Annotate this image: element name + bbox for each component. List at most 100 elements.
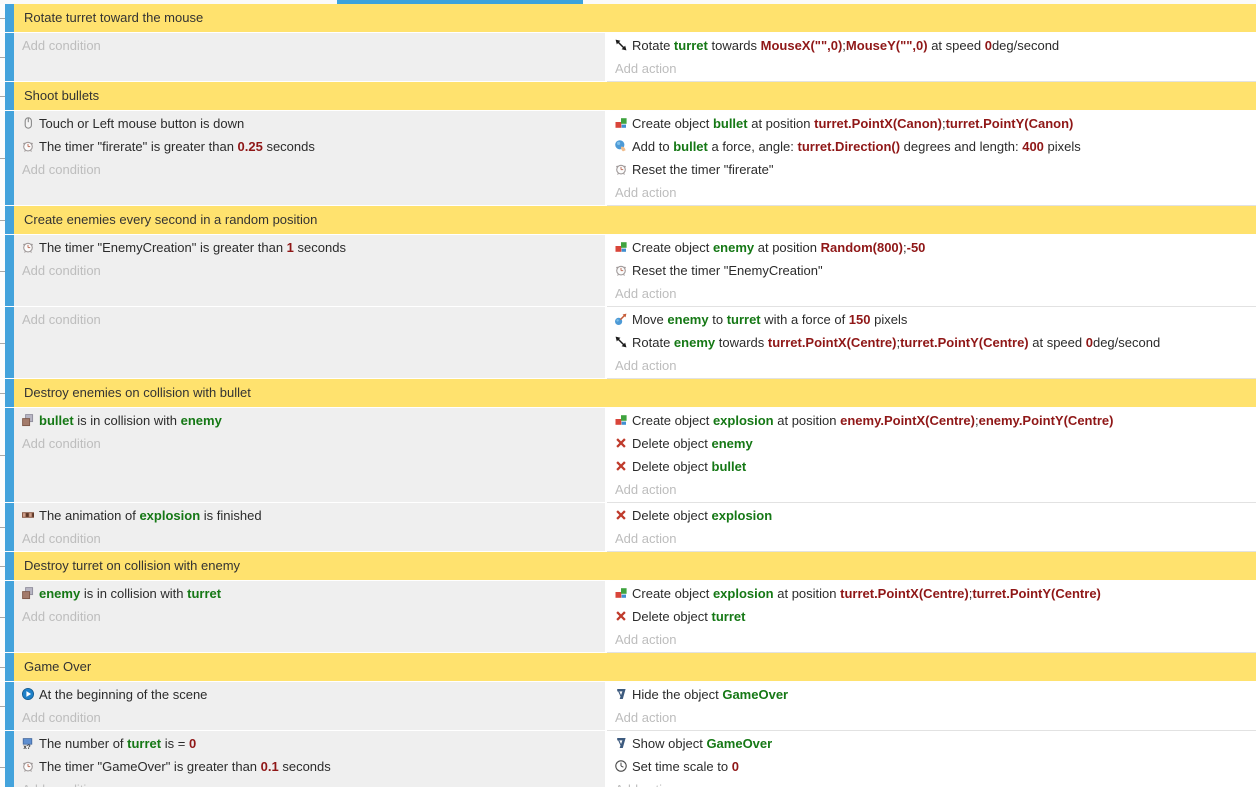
action-item[interactable]: Delete object bullet bbox=[607, 455, 1256, 478]
text-segment: 0 bbox=[1086, 335, 1093, 350]
event-body: enemy is in collision with turretAdd con… bbox=[14, 581, 1256, 652]
event-drag-handle[interactable] bbox=[5, 731, 14, 787]
text-segment: explosion bbox=[713, 586, 774, 601]
action-item[interactable]: Rotate enemy towards turret.PointX(Centr… bbox=[607, 331, 1256, 354]
add-condition-link[interactable]: Add condition bbox=[14, 706, 605, 729]
condition-item[interactable]: The timer "firerate" is greater than 0.2… bbox=[14, 135, 605, 158]
text-segment: Create object bbox=[632, 116, 713, 131]
comment-block[interactable]: Create enemies every second in a random … bbox=[14, 206, 1256, 234]
condition-item[interactable]: The timer "EnemyCreation" is greater tha… bbox=[14, 236, 605, 259]
add-action-link[interactable]: Add action bbox=[607, 181, 1256, 204]
add-condition-link[interactable]: Add condition bbox=[14, 778, 605, 787]
action-item[interactable]: Show object GameOver bbox=[607, 732, 1256, 755]
action-item[interactable]: Add to bullet a force, angle: turret.Dir… bbox=[607, 135, 1256, 158]
condition-item[interactable]: x?The number of turret is = 0 bbox=[14, 732, 605, 755]
timer-icon bbox=[21, 755, 36, 778]
comment-block[interactable]: Destroy enemies on collision with bullet bbox=[14, 379, 1256, 407]
action-item[interactable]: Move enemy to turret with a force of 150… bbox=[607, 308, 1256, 331]
text-segment: enemy.PointY(Centre) bbox=[979, 413, 1114, 428]
add-action-link[interactable]: Add action bbox=[607, 778, 1256, 787]
add-action-link[interactable]: Add action bbox=[607, 628, 1256, 651]
event-drag-handle[interactable] bbox=[5, 552, 14, 580]
text-segment: turret bbox=[187, 586, 221, 601]
add-condition-link[interactable]: Add condition bbox=[14, 34, 605, 57]
event-drag-handle[interactable] bbox=[5, 653, 14, 681]
text-segment: bullet bbox=[673, 139, 708, 154]
event-drag-handle[interactable] bbox=[5, 82, 14, 110]
actions-column: Show object GameOverSet time scale to 0A… bbox=[607, 731, 1256, 787]
ruler-gutter bbox=[0, 379, 5, 407]
ruler-gutter bbox=[0, 33, 5, 81]
add-action-link[interactable]: Add action bbox=[607, 706, 1256, 729]
comment-row: Game Over bbox=[0, 653, 1256, 681]
text-segment: 0.25 bbox=[238, 139, 263, 154]
event-rows: Rotate turret toward the mouseAdd condit… bbox=[0, 4, 1256, 787]
add-action-link[interactable]: Add action bbox=[607, 354, 1256, 377]
event-drag-handle[interactable] bbox=[5, 307, 14, 378]
text-segment: at speed bbox=[928, 38, 985, 53]
action-item[interactable]: Hide the object GameOver bbox=[607, 683, 1256, 706]
add-condition-link[interactable]: Add condition bbox=[14, 432, 605, 455]
ruler-tick bbox=[0, 706, 5, 707]
add-action-link[interactable]: Add action bbox=[607, 57, 1256, 80]
text-segment: 0 bbox=[985, 38, 992, 53]
comment-block[interactable]: Shoot bullets bbox=[14, 82, 1256, 110]
text-segment: at position bbox=[774, 586, 841, 601]
delete-icon bbox=[614, 432, 629, 455]
add-action-link[interactable]: Add action bbox=[607, 282, 1256, 305]
text-segment: MouseY("",0) bbox=[846, 38, 928, 53]
add-condition-link[interactable]: Add condition bbox=[14, 259, 605, 282]
event-drag-handle[interactable] bbox=[5, 682, 14, 730]
event-body: The animation of explosion is finishedAd… bbox=[14, 503, 1256, 551]
action-item[interactable]: Create object bullet at position turret.… bbox=[607, 112, 1256, 135]
action-item[interactable]: Reset the timer "EnemyCreation" bbox=[607, 259, 1256, 282]
comment-block[interactable]: Rotate turret toward the mouse bbox=[14, 4, 1256, 32]
condition-item[interactable]: At the beginning of the scene bbox=[14, 683, 605, 706]
comment-block[interactable]: Game Over bbox=[14, 653, 1256, 681]
comment-row: Destroy turret on collision with enemy bbox=[0, 552, 1256, 580]
add-action-link[interactable]: Add action bbox=[607, 527, 1256, 550]
event-drag-handle[interactable] bbox=[5, 111, 14, 205]
text-segment: enemy bbox=[667, 312, 708, 327]
visibility-icon bbox=[614, 732, 629, 755]
action-item[interactable]: Delete object explosion bbox=[607, 504, 1256, 527]
event-row: At the beginning of the sceneAdd conditi… bbox=[0, 682, 1256, 730]
add-condition-link[interactable]: Add condition bbox=[14, 308, 605, 331]
text-segment: at position bbox=[774, 413, 841, 428]
condition-item[interactable]: Touch or Left mouse button is down bbox=[14, 112, 605, 135]
event-body: The timer "EnemyCreation" is greater tha… bbox=[14, 235, 1256, 306]
condition-item[interactable]: The timer "GameOver" is greater than 0.1… bbox=[14, 755, 605, 778]
visibility-icon bbox=[614, 683, 629, 706]
event-drag-handle[interactable] bbox=[5, 408, 14, 502]
event-drag-handle[interactable] bbox=[5, 4, 14, 32]
event-drag-handle[interactable] bbox=[5, 379, 14, 407]
add-condition-link[interactable]: Add condition bbox=[14, 158, 605, 181]
event-drag-handle[interactable] bbox=[5, 581, 14, 652]
event-row: bullet is in collision with enemyAdd con… bbox=[0, 408, 1256, 502]
comment-block[interactable]: Destroy turret on collision with enemy bbox=[14, 552, 1256, 580]
condition-item[interactable]: bullet is in collision with enemy bbox=[14, 409, 605, 432]
condition-item[interactable]: enemy is in collision with turret bbox=[14, 582, 605, 605]
event-drag-handle[interactable] bbox=[5, 33, 14, 81]
event-drag-handle[interactable] bbox=[5, 206, 14, 234]
add-condition-link[interactable]: Add condition bbox=[14, 527, 605, 550]
action-item[interactable]: Create object enemy at position Random(8… bbox=[607, 236, 1256, 259]
add-action-link[interactable]: Add action bbox=[607, 478, 1256, 501]
action-item[interactable]: Rotate turret towards MouseX("",0);Mouse… bbox=[607, 34, 1256, 57]
event-drag-handle[interactable] bbox=[5, 503, 14, 551]
event-drag-handle[interactable] bbox=[5, 235, 14, 306]
actions-column: Create object bullet at position turret.… bbox=[607, 111, 1256, 205]
action-item[interactable]: Delete object enemy bbox=[607, 432, 1256, 455]
condition-item[interactable]: The animation of explosion is finished bbox=[14, 504, 605, 527]
action-item[interactable]: Delete object turret bbox=[607, 605, 1256, 628]
text-segment: The timer "firerate" is greater than bbox=[39, 139, 238, 154]
action-item[interactable]: Create object explosion at position enem… bbox=[607, 409, 1256, 432]
action-item[interactable]: Reset the timer "firerate" bbox=[607, 158, 1256, 181]
text-segment: deg/second bbox=[1093, 335, 1160, 350]
add-condition-link[interactable]: Add condition bbox=[14, 605, 605, 628]
actions-column: Rotate turret towards MouseX("",0);Mouse… bbox=[607, 33, 1256, 81]
text-segment: at position bbox=[748, 116, 815, 131]
rotate-icon bbox=[614, 331, 629, 354]
action-item[interactable]: Set time scale to 0 bbox=[607, 755, 1256, 778]
action-item[interactable]: Create object explosion at position turr… bbox=[607, 582, 1256, 605]
